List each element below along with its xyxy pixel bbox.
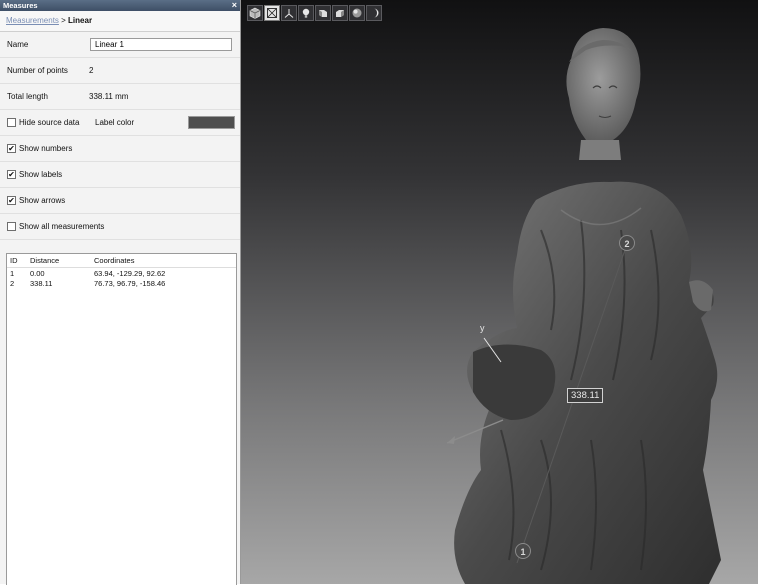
show-arrows-row: ✔ Show arrows <box>0 188 240 214</box>
show-labels-label: Show labels <box>19 170 63 179</box>
table-row[interactable]: 1 0.00 63.94, -129.29, 92.62 <box>7 268 236 279</box>
length-value: 338.11 mm <box>89 92 129 101</box>
points-table: ID Distance Coordinates 1 0.00 63.94, -1… <box>6 253 237 585</box>
points-label: Number of points <box>7 66 68 75</box>
close-button[interactable]: × <box>232 0 237 11</box>
name-input[interactable] <box>90 38 232 51</box>
column-header-coordinates[interactable]: Coordinates <box>91 254 236 268</box>
table-cell-id: 1 <box>10 268 15 278</box>
table-cell-coordinates: 63.94, -129.29, 92.62 <box>94 268 166 278</box>
measures-panel: Measures × Measurements > Linear Name Nu… <box>0 0 241 585</box>
show-arrows-checkbox[interactable]: ✔ Show arrows <box>7 196 65 205</box>
hide-source-checkbox[interactable]: Hide source data <box>7 118 89 127</box>
statue-head <box>566 28 641 160</box>
points-value: 2 <box>89 66 94 75</box>
3d-viewport[interactable]: y 2 1 338.11 <box>241 0 758 584</box>
show-labels-row: ✔ Show labels <box>0 162 240 188</box>
show-all-label: Show all measurements <box>19 222 105 231</box>
show-numbers-checkbox[interactable]: ✔ Show numbers <box>7 144 72 153</box>
checkbox-box[interactable]: ✔ <box>7 196 16 205</box>
distance-label[interactable]: 338.11 <box>567 388 604 403</box>
hide-source-row: Hide source data Label color <box>0 110 240 136</box>
panel-header: Measures × <box>0 0 240 11</box>
length-row: Total length 338.11 mm <box>0 84 240 110</box>
breadcrumb-separator: > <box>58 16 69 25</box>
breadcrumb-current: Linear <box>68 16 93 25</box>
column-header-id[interactable]: ID <box>7 254 27 268</box>
checkbox-box[interactable] <box>7 118 16 127</box>
label-color-swatch[interactable] <box>188 116 235 129</box>
show-all-row: Show all measurements <box>0 214 240 240</box>
points-row: Number of points 2 <box>0 58 240 84</box>
label-color-label: Label color <box>95 118 135 127</box>
point-marker-1[interactable]: 1 <box>515 543 531 559</box>
column-header-distance[interactable]: Distance <box>27 254 91 268</box>
hide-source-label: Hide source data <box>19 118 80 127</box>
checkbox-box[interactable] <box>7 222 16 231</box>
table-cell-id: 2 <box>10 278 15 288</box>
table-cell-distance: 338.11 <box>30 278 53 288</box>
breadcrumb-link-measurements[interactable]: Measurements <box>6 16 59 25</box>
show-arrows-label: Show arrows <box>19 196 66 205</box>
show-numbers-row: ✔ Show numbers <box>0 136 240 162</box>
show-labels-checkbox[interactable]: ✔ Show labels <box>7 170 62 179</box>
table-cell-distance: 0.00 <box>30 268 45 278</box>
name-label: Name <box>7 40 29 49</box>
point-marker-2[interactable]: 2 <box>619 235 635 251</box>
length-label: Total length <box>7 92 48 101</box>
table-cell-coordinates: 76.73, 96.79, -158.46 <box>94 278 166 288</box>
statue-model <box>446 28 721 584</box>
breadcrumb: Measurements > Linear <box>0 11 240 32</box>
axis-y-label: y <box>480 323 485 333</box>
name-row: Name <box>0 32 240 58</box>
show-numbers-label: Show numbers <box>19 144 73 153</box>
panel-title: Measures <box>3 1 38 10</box>
statue-body <box>454 181 721 584</box>
table-row[interactable]: 2 338.11 76.73, 96.79, -158.46 <box>7 278 236 288</box>
table-header-row: ID Distance Coordinates <box>7 254 236 268</box>
checkbox-box[interactable]: ✔ <box>7 144 16 153</box>
checkbox-box[interactable]: ✔ <box>7 170 16 179</box>
show-all-checkbox[interactable]: Show all measurements <box>7 222 104 231</box>
